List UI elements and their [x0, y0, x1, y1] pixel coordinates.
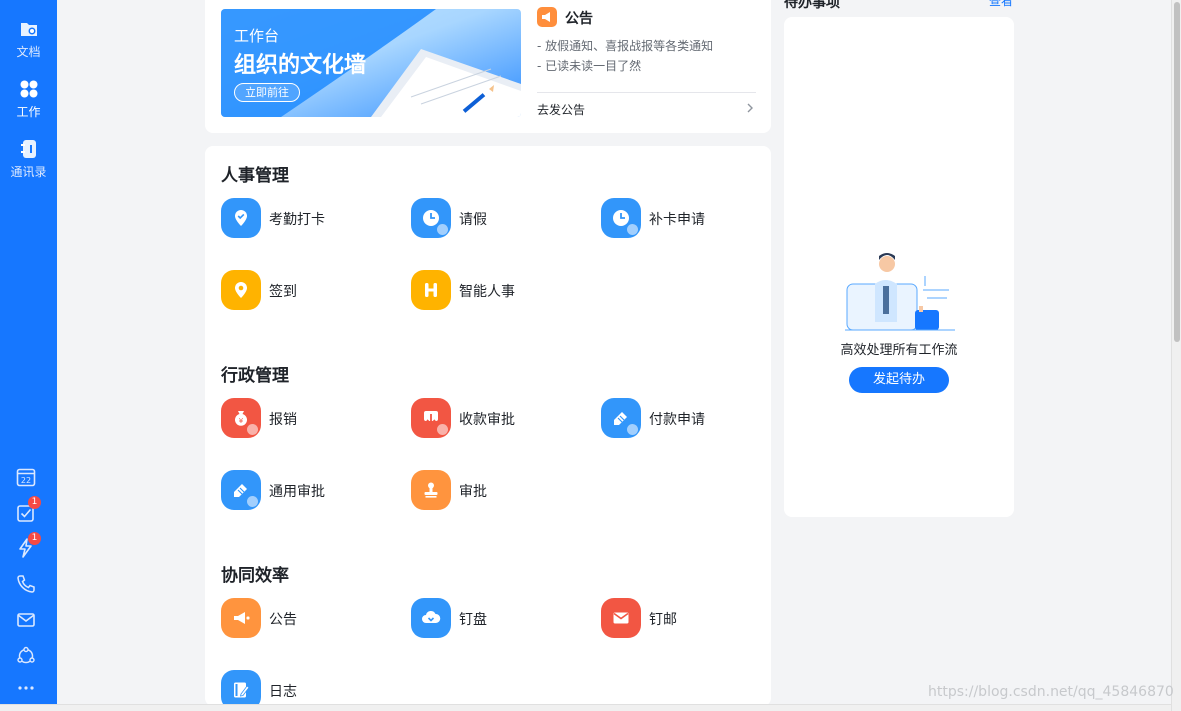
app-general-approval[interactable]: 通用审批	[221, 470, 391, 510]
nav-work-label: 工作	[16, 105, 41, 119]
horizontal-scrollbar[interactable]	[0, 704, 1171, 711]
nav-contacts-label: 通讯录	[10, 165, 47, 179]
section-title-collab: 协同效率	[221, 566, 289, 586]
banner-subtitle: 工作台	[234, 27, 280, 45]
sidebar: 文档 工作 通讯录 22 1 1	[0, 0, 57, 706]
app-label: 签到	[269, 284, 297, 300]
stamp-icon	[411, 470, 451, 510]
create-todo-button[interactable]: 发起待办	[849, 367, 949, 393]
app-attendance[interactable]: 考勤打卡	[221, 198, 391, 238]
app-label: 收款审批	[459, 412, 515, 428]
app-label: 公告	[269, 612, 297, 628]
megaphone-icon	[221, 598, 261, 638]
app-checkin[interactable]: 签到	[221, 270, 391, 310]
clock-icon	[601, 198, 641, 238]
location-check-icon	[221, 198, 261, 238]
banner-title: 组织的文化墙	[234, 53, 367, 78]
app-reimburse[interactable]: ¥ 报销	[221, 398, 391, 438]
ding-badge: 1	[28, 532, 41, 545]
post-announcement-link[interactable]: 去发公告	[537, 101, 585, 118]
network-icon[interactable]	[15, 645, 37, 667]
cloud-icon	[411, 598, 451, 638]
section-title-admin: 行政管理	[221, 366, 289, 386]
app-announcement[interactable]: 公告	[221, 598, 391, 638]
mail-icon[interactable]	[15, 609, 37, 631]
todo-empty-text: 高效处理所有工作流	[840, 343, 958, 358]
money-bag-icon: ¥	[221, 398, 261, 438]
app-label: 智能人事	[459, 284, 515, 300]
todo-view-link[interactable]: 查看	[989, 0, 1013, 9]
announcement-line-2: - 已读未读一目了然	[537, 59, 642, 73]
vertical-scrollbar[interactable]	[1171, 0, 1181, 711]
more-icon[interactable]	[15, 677, 37, 699]
download-icon	[411, 398, 451, 438]
todo-title: 待办事项	[784, 0, 840, 11]
app-smart-hr[interactable]: 智能人事	[411, 270, 581, 310]
announcement-megaphone-icon	[537, 7, 557, 27]
phone-icon[interactable]	[15, 573, 37, 595]
app-label: 钉邮	[649, 612, 677, 628]
watermark: https://blog.csdn.net/qq_45846870	[928, 684, 1174, 700]
app-leave[interactable]: 请假	[411, 198, 581, 238]
svg-text:22: 22	[21, 476, 31, 485]
clock-icon	[411, 198, 451, 238]
nav-contacts[interactable]: 通讯录	[0, 138, 57, 180]
culture-wall-banner[interactable]: 工作台 组织的文化墙 立即前往	[221, 9, 521, 117]
contacts-icon	[20, 140, 36, 158]
mail-icon	[601, 598, 641, 638]
app-label: 审批	[459, 484, 487, 500]
app-label: 通用审批	[269, 484, 325, 500]
app-approval[interactable]: 审批	[411, 470, 581, 510]
app-ding-drive[interactable]: 钉盘	[411, 598, 581, 638]
app-label: 钉盘	[459, 612, 487, 628]
location-pin-icon	[221, 270, 261, 310]
app-label: 请假	[459, 212, 487, 228]
app-card-repair[interactable]: 补卡申请	[601, 198, 771, 238]
app-label: 付款申请	[649, 412, 705, 428]
chevron-right-icon[interactable]	[744, 102, 756, 114]
grid-icon	[20, 80, 37, 98]
h-logo-icon	[411, 270, 451, 310]
app-ding-mail[interactable]: 钉邮	[601, 598, 771, 638]
pen-icon	[221, 470, 261, 510]
app-label: 补卡申请	[649, 212, 705, 228]
nav-work[interactable]: 工作	[0, 78, 57, 120]
scrollbar-thumb[interactable]	[1174, 2, 1180, 342]
app-receipt-approval[interactable]: 收款审批	[411, 398, 581, 438]
section-title-hr: 人事管理	[221, 166, 289, 186]
app-label: 考勤打卡	[269, 212, 325, 228]
pen-icon	[601, 398, 641, 438]
app-payment-request[interactable]: 付款申请	[601, 398, 771, 438]
nav-docs[interactable]: 文档	[0, 18, 57, 60]
app-label: 报销	[269, 412, 297, 428]
announcement-title: 公告	[565, 11, 593, 27]
todo-badge: 1	[28, 496, 41, 509]
announcement-divider	[537, 92, 756, 93]
announcement-line-1: - 放假通知、喜报战报等各类通知	[537, 39, 714, 53]
worker-illustration	[845, 253, 955, 331]
calendar-icon[interactable]: 22	[15, 466, 37, 488]
svg-text:¥: ¥	[239, 417, 244, 425]
folder-icon	[20, 23, 37, 36]
app-label: 日志	[269, 684, 297, 700]
nav-docs-label: 文档	[16, 45, 41, 59]
banner-go-button[interactable]: 立即前往	[234, 83, 300, 102]
